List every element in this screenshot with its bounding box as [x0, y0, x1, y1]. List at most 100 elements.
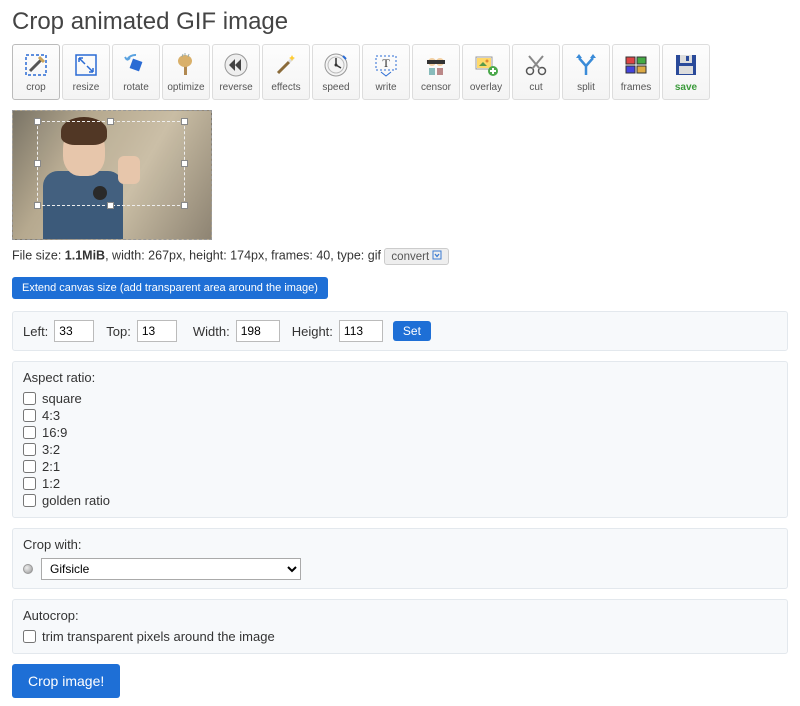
- dimensions-panel: Left: Top: Width: Height: Set: [12, 311, 788, 351]
- aspect-checkbox-0[interactable]: [23, 392, 36, 405]
- crop-with-panel: Crop with: Gifsicle: [12, 528, 788, 589]
- aspect-option-label: 2:1: [42, 459, 60, 474]
- toolbar-split-button[interactable]: split: [562, 44, 610, 100]
- rotate-icon: [122, 51, 150, 79]
- aspect-checkbox-5[interactable]: [23, 477, 36, 490]
- aspect-option-row: 4:3: [23, 407, 777, 424]
- crop-with-radio[interactable]: [23, 564, 33, 574]
- aspect-option-row: square: [23, 390, 777, 407]
- aspect-checkbox-4[interactable]: [23, 460, 36, 473]
- crop-handle-e[interactable]: [181, 160, 188, 167]
- toolbar-effects-button[interactable]: effects: [262, 44, 310, 100]
- file-info: File size: 1.1MiB, width: 267px, height:…: [12, 248, 788, 265]
- toolbar-label: resize: [73, 82, 100, 93]
- optimize-icon: [172, 51, 200, 79]
- left-label: Left:: [23, 324, 48, 339]
- file-info-prefix: File size:: [12, 249, 65, 263]
- aspect-ratio-label: Aspect ratio:: [23, 370, 777, 385]
- toolbar-label: write: [375, 82, 396, 93]
- crop-handle-nw[interactable]: [34, 118, 41, 125]
- crop-selection[interactable]: [37, 121, 185, 206]
- crop-image-button[interactable]: Crop image!: [12, 664, 120, 698]
- toolbar-label: optimize: [167, 82, 204, 93]
- file-info-rest: , width: 267px, height: 174px, frames: 4…: [105, 249, 384, 263]
- aspect-checkbox-6[interactable]: [23, 494, 36, 507]
- aspect-ratio-panel: Aspect ratio: square4:3 16:9 3:2 2:1 1:2gold…: [12, 361, 788, 518]
- toolbar-label: censor: [421, 82, 451, 93]
- overlay-icon: [472, 51, 500, 79]
- left-input[interactable]: [54, 320, 94, 342]
- crop-handle-w[interactable]: [34, 160, 41, 167]
- toolbar-reverse-button[interactable]: reverse: [212, 44, 260, 100]
- frames-icon: [622, 51, 650, 79]
- crop-with-label: Crop with:: [23, 537, 777, 552]
- convert-button[interactable]: convert: [384, 248, 449, 265]
- aspect-option-row: 1:2: [23, 475, 777, 492]
- aspect-option-row: 2:1: [23, 458, 777, 475]
- width-input[interactable]: [236, 320, 280, 342]
- height-input[interactable]: [339, 320, 383, 342]
- set-button[interactable]: Set: [393, 321, 431, 341]
- autocrop-option-label: trim transparent pixels around the image: [42, 629, 275, 644]
- aspect-option-label: 16:9: [42, 425, 67, 440]
- crop-icon: [22, 51, 50, 79]
- crop-with-select[interactable]: Gifsicle: [41, 558, 301, 580]
- height-label: Height:: [292, 324, 333, 339]
- toolbar-speed-button[interactable]: speed: [312, 44, 360, 100]
- toolbar-label: speed: [322, 82, 349, 93]
- toolbar-label: frames: [621, 82, 652, 93]
- save-icon: [672, 51, 700, 79]
- toolbar-frames-button[interactable]: frames: [612, 44, 660, 100]
- toolbar-label: effects: [271, 82, 300, 93]
- toolbar-resize-button[interactable]: resize: [62, 44, 110, 100]
- aspect-option-row: golden ratio: [23, 492, 777, 509]
- top-input[interactable]: [137, 320, 177, 342]
- crop-handle-se[interactable]: [181, 202, 188, 209]
- crop-handle-ne[interactable]: [181, 118, 188, 125]
- file-size: 1.1MiB: [65, 249, 105, 263]
- write-icon: T: [372, 51, 400, 79]
- autocrop-option-row: trim transparent pixels around the image: [23, 628, 777, 645]
- toolbar-write-button[interactable]: Twrite: [362, 44, 410, 100]
- toolbar-label: cut: [529, 82, 542, 93]
- effects-icon: [272, 51, 300, 79]
- aspect-option-label: 1:2: [42, 476, 60, 491]
- toolbar-save-button[interactable]: save: [662, 44, 710, 100]
- aspect-option-label: 3:2: [42, 442, 60, 457]
- toolbar-optimize-button[interactable]: optimize: [162, 44, 210, 100]
- toolbar-label: crop: [26, 82, 45, 93]
- svg-text:T: T: [382, 56, 390, 70]
- image-preview[interactable]: [12, 110, 212, 240]
- page-title: Crop animated GIF image: [12, 8, 788, 36]
- reverse-icon: [222, 51, 250, 79]
- crop-handle-sw[interactable]: [34, 202, 41, 209]
- autocrop-panel: Autocrop: trim transparent pixels around…: [12, 599, 788, 654]
- split-icon: [572, 51, 600, 79]
- aspect-checkbox-3[interactable]: [23, 443, 36, 456]
- speed-icon: [322, 51, 350, 79]
- resize-icon: [72, 51, 100, 79]
- toolbar-rotate-button[interactable]: rotate: [112, 44, 160, 100]
- toolbar-label: rotate: [123, 82, 149, 93]
- aspect-option-label: 4:3: [42, 408, 60, 423]
- crop-handle-s[interactable]: [107, 202, 114, 209]
- toolbar-overlay-button[interactable]: overlay: [462, 44, 510, 100]
- crop-handle-n[interactable]: [107, 118, 114, 125]
- top-label: Top:: [106, 324, 131, 339]
- autocrop-label: Autocrop:: [23, 608, 777, 623]
- cut-icon: [522, 51, 550, 79]
- toolbar-label: overlay: [470, 82, 502, 93]
- width-label: Width:: [193, 324, 230, 339]
- extend-canvas-button[interactable]: Extend canvas size (add transparent area…: [12, 277, 328, 299]
- toolbar-censor-button[interactable]: censor: [412, 44, 460, 100]
- convert-label: convert: [391, 251, 429, 263]
- censor-icon: [422, 51, 450, 79]
- aspect-checkbox-1[interactable]: [23, 409, 36, 422]
- aspect-checkbox-2[interactable]: [23, 426, 36, 439]
- dropdown-icon: [432, 250, 442, 263]
- toolbar-crop-button[interactable]: crop: [12, 44, 60, 100]
- autocrop-checkbox[interactable]: [23, 630, 36, 643]
- toolbar-label: save: [675, 82, 697, 93]
- toolbar-label: split: [577, 82, 595, 93]
- toolbar-cut-button[interactable]: cut: [512, 44, 560, 100]
